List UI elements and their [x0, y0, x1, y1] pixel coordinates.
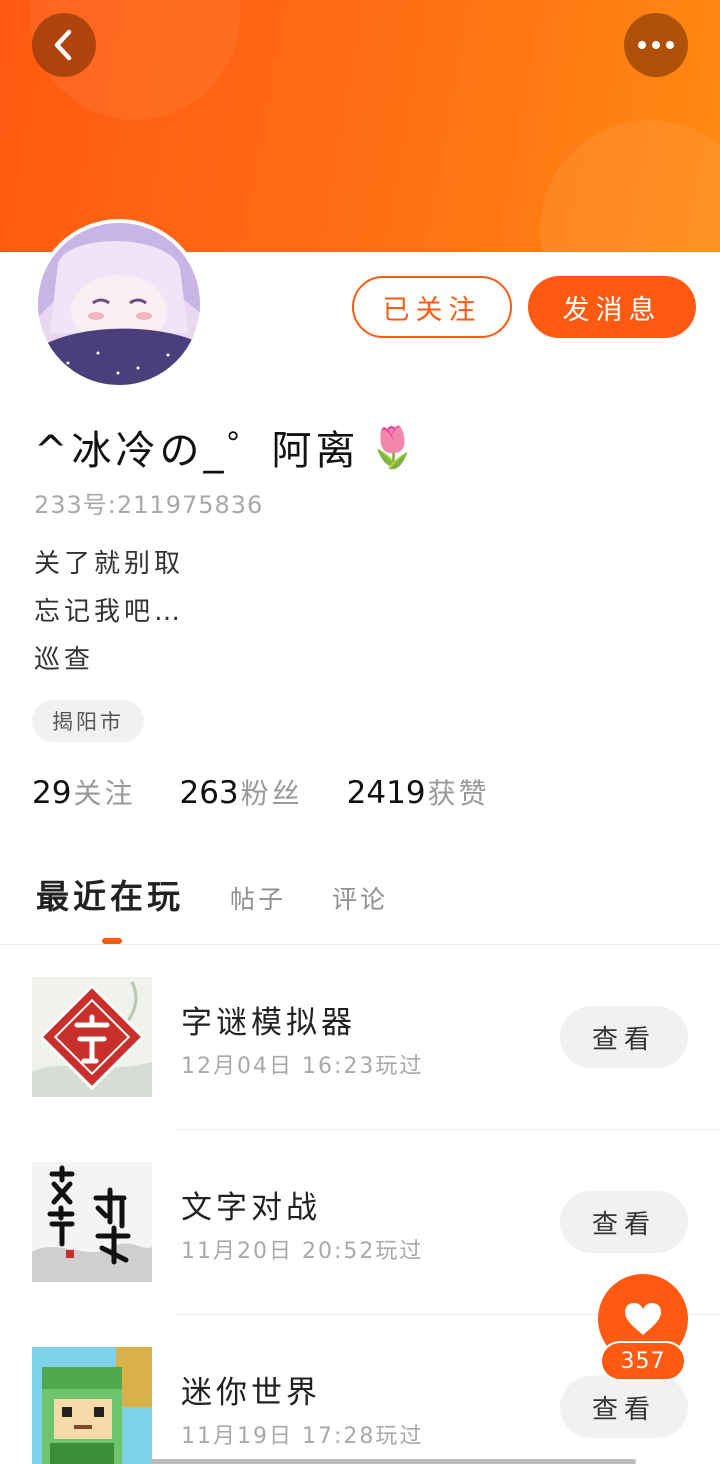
following-stat[interactable]: 29 关注: [32, 772, 135, 812]
more-button[interactable]: [624, 13, 688, 77]
game-icon: [32, 1347, 152, 1464]
send-message-button[interactable]: 发消息: [528, 276, 696, 338]
likes-label: 获赞: [427, 777, 490, 810]
profile-banner: [0, 0, 720, 252]
like-count: 357: [600, 1341, 686, 1381]
fans-count: 263: [179, 775, 239, 811]
user-id: 233号:211975836: [34, 491, 264, 519]
tulip-emoji: 🌷: [367, 424, 422, 471]
heart-icon: [625, 1303, 661, 1335]
following-label: 关注: [73, 777, 136, 810]
back-button[interactable]: [32, 13, 96, 77]
tab-recently-played[interactable]: 最近在玩: [36, 870, 184, 918]
avatar-image: [38, 223, 200, 385]
bio-line: 忘记我吧…: [34, 597, 185, 627]
tab-bar: 最近在玩 帖子 评论: [36, 870, 434, 918]
location-tag: 揭阳市: [32, 700, 144, 742]
fans-label: 粉丝: [240, 777, 303, 810]
ellipsis-icon: [638, 41, 674, 49]
following-count: 29: [32, 775, 72, 811]
bio: 关了就别取 忘记我吧… 巡查: [34, 540, 184, 684]
last-played-time: 11月19日 17:28玩过: [181, 1424, 424, 1449]
view-button[interactable]: 查看: [560, 1191, 688, 1253]
game-title: 字谜模拟器: [181, 1005, 356, 1041]
last-played-time: 11月20日 20:52玩过: [181, 1239, 424, 1264]
chevron-left-icon: [54, 29, 72, 61]
list-item[interactable]: 字谜模拟器 12月04日 16:23玩过 查看: [0, 945, 720, 1130]
game-title: 文字对战: [181, 1190, 321, 1226]
last-played-time: 12月04日 16:23玩过: [181, 1054, 424, 1079]
avatar[interactable]: [34, 219, 204, 389]
game-icon: [32, 1162, 152, 1282]
bio-line: 巡查: [34, 645, 95, 675]
view-button[interactable]: 查看: [560, 1376, 688, 1438]
game-icon: [32, 977, 152, 1097]
fans-stat[interactable]: 263 粉丝: [179, 772, 302, 812]
nickname: ^冰冷の_゜阿离 🌷: [34, 418, 421, 476]
view-button[interactable]: 查看: [560, 1006, 688, 1068]
bio-line: 关了就别取: [34, 549, 185, 579]
stats-row: 29 关注 263 粉丝 2419 获赞: [32, 772, 534, 812]
scroll-indicator: [150, 1459, 636, 1464]
game-title: 迷你世界: [181, 1375, 321, 1411]
tab-posts[interactable]: 帖子: [230, 880, 286, 916]
followed-button[interactable]: 已关注: [352, 276, 512, 338]
likes-stat[interactable]: 2419 获赞: [347, 772, 490, 812]
banner-decoration: [540, 120, 720, 252]
tab-comments[interactable]: 评论: [332, 880, 388, 916]
likes-count: 2419: [346, 775, 426, 811]
nickname-text: ^冰冷の_゜阿离: [34, 428, 360, 474]
